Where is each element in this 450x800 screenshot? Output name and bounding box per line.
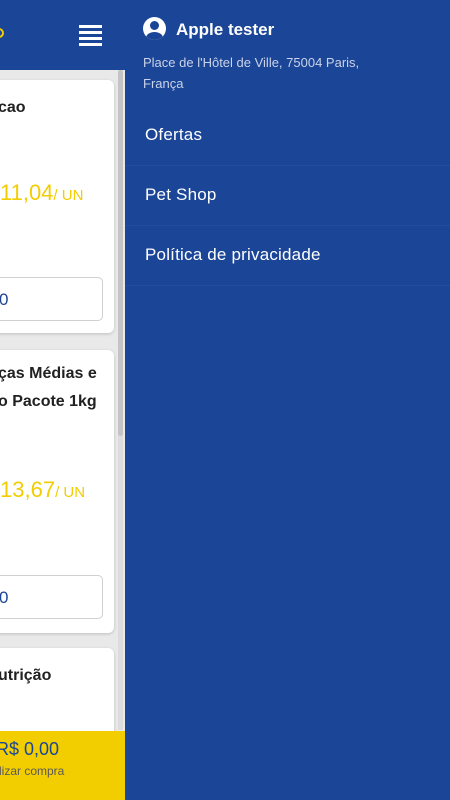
drawer-item-label: Ofertas [145,125,203,144]
quantity-value: 0 [0,588,9,607]
navigation-drawer: Apple tester Place de l'Hôtel de Ville, … [125,0,450,800]
price-unit: / UN [53,187,84,204]
quantity-field[interactable]: 0 [0,277,103,321]
quantity-value: 0 [0,290,9,309]
main-screen: cao 11,04/ UN 0 ças Médias e o Pacote 1k… [0,0,125,800]
app-bar [0,0,125,70]
price-value: 11,04 [0,180,54,205]
account-circle-icon [143,17,166,40]
product-title: ças Médias e o Pacote 1kg [0,360,110,416]
product-price: 13,67/ UN [0,477,85,503]
drawer-item-label: Política de privacidade [145,245,321,264]
cart-total: R$ 0,00 [0,739,60,759]
drawer-item-pet-shop[interactable]: Pet Shop [125,166,450,226]
product-title: cao [0,99,26,116]
product-card[interactable]: ças Médias e o Pacote 1kg 13,67/ UN 0 [0,350,114,633]
checkout-bar[interactable]: R$ 0,00 lizar compra [0,731,125,800]
product-card[interactable]: cao 11,04/ UN 0 [0,80,114,333]
drawer-menu: Ofertas Pet Shop Política de privacidade [125,106,450,286]
product-title: utrição [0,667,52,684]
drawer-item-label: Pet Shop [145,185,217,204]
cart-hint: lizar compra [0,764,65,778]
drawer-item-privacy-policy[interactable]: Política de privacidade [125,226,450,286]
product-price: 11,04/ UN [0,180,83,206]
user-name: Apple tester [176,20,275,39]
price-value: 13,67 [0,477,56,502]
app-logo [0,28,4,38]
user-address: Place de l'Hôtel de Ville, 75004 Paris, … [143,55,360,91]
drawer-item-ofertas[interactable]: Ofertas [125,106,450,166]
hamburger-menu-icon[interactable] [79,25,102,48]
price-unit: / UN [55,484,86,501]
product-title-line: ças Médias e [0,365,97,382]
quantity-field[interactable]: 0 [0,575,103,619]
product-title-line: o Pacote 1kg [0,393,97,410]
scrollbar-thumb[interactable] [118,70,123,436]
